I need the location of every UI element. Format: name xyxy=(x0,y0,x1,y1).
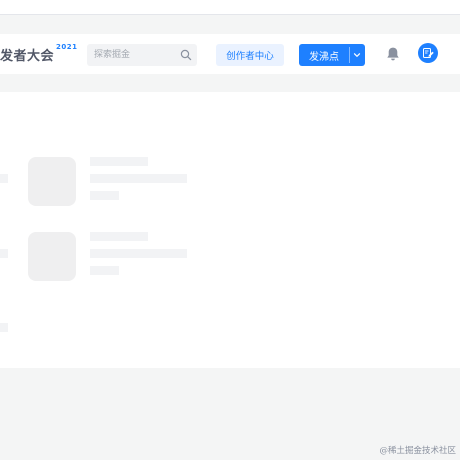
chevron-down-icon[interactable] xyxy=(352,50,362,60)
skeleton-meta-line xyxy=(90,266,119,275)
top-strip xyxy=(0,0,460,15)
search-input[interactable] xyxy=(87,44,182,66)
feed-content-area xyxy=(0,92,460,368)
brand-text: 发者大会 xyxy=(0,49,55,64)
skeleton-thumbnail xyxy=(28,232,76,281)
nav-header: 发者大会2021 创作者中心 发沸点 xyxy=(0,34,460,74)
button-divider xyxy=(349,47,350,63)
skeleton-line-edge xyxy=(0,174,8,183)
skeleton-text-line xyxy=(90,174,187,183)
bell-icon[interactable] xyxy=(385,46,401,62)
skeleton-text-line xyxy=(90,249,187,258)
skeleton-line-edge xyxy=(0,323,8,332)
creator-center-button[interactable]: 创作者中心 xyxy=(216,44,284,66)
search-icon[interactable] xyxy=(180,49,192,61)
skeleton-meta-line xyxy=(90,191,119,200)
avatar[interactable] xyxy=(418,43,438,63)
search-box xyxy=(87,44,197,66)
brand-year-badge: 2021 xyxy=(56,42,78,51)
skeleton-thumbnail xyxy=(28,157,76,206)
skeleton-title-line xyxy=(90,157,148,166)
edit-icon xyxy=(423,48,434,58)
skeleton-title-line xyxy=(90,232,148,241)
watermark: @稀土掘金技术社区 xyxy=(379,446,456,456)
publish-pin-button[interactable]: 发沸点 xyxy=(299,44,349,66)
developer-conference-banner-link[interactable]: 发者大会2021 xyxy=(0,42,78,64)
skeleton-line-edge xyxy=(0,249,8,258)
publish-pin-button-group: 发沸点 xyxy=(299,44,365,66)
